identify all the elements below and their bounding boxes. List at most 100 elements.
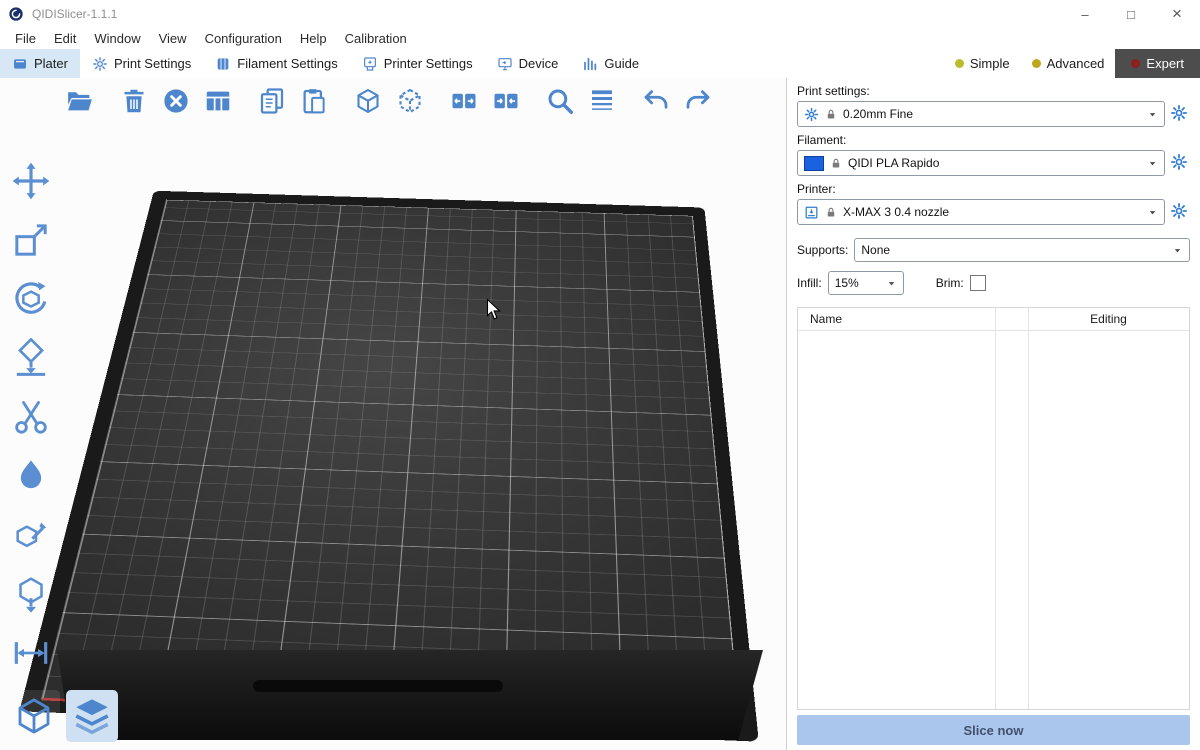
tab-device[interactable]: Device [485,49,571,78]
copy-icon [257,86,287,116]
preview-button[interactable] [66,690,118,742]
menu-edit[interactable]: Edit [45,29,85,48]
object-list[interactable]: Name Editing [797,307,1190,710]
mouse-cursor [486,298,502,327]
tab-plater[interactable]: Plater [0,49,80,78]
arrange-button[interactable] [200,83,236,119]
settings-sidebar: Print settings: 0.20mm Fine Filament: QI… [786,78,1200,750]
menu-help[interactable]: Help [291,29,336,48]
cut-icon [11,397,51,437]
support-paint-icon [11,515,51,555]
print-settings-value: 0.20mm Fine [843,107,1141,121]
add-instance-button[interactable] [350,83,386,119]
editor-view-button[interactable] [8,690,60,742]
advanced-dot-icon [1032,59,1041,68]
paste-button[interactable] [296,83,332,119]
expert-dot-icon [1131,59,1140,68]
tab-printer-settings[interactable]: Printer Settings [350,49,485,78]
menu-calibration[interactable]: Calibration [336,29,416,48]
lock-icon [825,206,837,219]
filament-select[interactable]: QIDI PLA Rapido [797,150,1165,176]
seam-paint-button[interactable] [6,453,56,499]
mode-label: Expert [1146,56,1184,71]
mode-expert[interactable]: Expert [1115,49,1200,78]
delete-button[interactable] [116,83,152,119]
tab-label: Print Settings [114,56,191,71]
sink-button[interactable] [6,571,56,617]
support-paint-button[interactable] [6,512,56,558]
filament-icon [215,56,231,72]
undo-button[interactable] [638,83,674,119]
tab-guide[interactable]: Guide [570,49,651,78]
supports-value: None [861,243,1166,257]
mode-advanced[interactable]: Advanced [1021,49,1116,78]
preview-layers-icon [71,695,113,737]
redo-button[interactable] [680,83,716,119]
filament-gear-button[interactable] [1170,153,1190,173]
split-to-objects-button[interactable] [446,83,482,119]
supports-label: Supports: [797,243,848,257]
paste-icon [299,86,329,116]
3d-viewport[interactable] [0,78,786,750]
printer-label: Printer: [797,182,1190,196]
rotate-button[interactable] [6,276,56,322]
move-button[interactable] [6,158,56,204]
supports-select[interactable]: None [854,238,1190,262]
copy-button[interactable] [254,83,290,119]
cut-button[interactable] [6,394,56,440]
slice-now-button[interactable]: Slice now [797,715,1190,745]
column-header-editing[interactable]: Editing [1028,312,1189,326]
split-to-parts-button[interactable] [488,83,524,119]
scale-button[interactable] [6,217,56,263]
filament-value: QIDI PLA Rapido [848,156,1141,170]
split-to-objects-icon [449,86,479,116]
printer-gear-button[interactable] [1170,202,1190,222]
menu-view[interactable]: View [150,29,196,48]
menu-configuration[interactable]: Configuration [196,29,291,48]
maximize-button[interactable]: □ [1108,0,1154,28]
printer-preset-icon [804,205,819,220]
tab-label: Printer Settings [384,56,473,71]
search-icon [545,86,575,116]
mode-switcher: Simple Advanced Expert [944,49,1200,78]
tab-label: Guide [604,56,639,71]
preset-gear-icon [804,107,819,122]
3d-editor-view-icon [13,695,55,737]
menu-window[interactable]: Window [85,29,149,48]
app-window: QIDISlicer-1.1.1 – □ × File Edit Window … [0,0,1200,750]
chevron-down-icon [886,278,897,289]
sink-icon [11,574,51,614]
mode-simple[interactable]: Simple [944,49,1021,78]
open-button[interactable] [62,83,98,119]
variable-layer-height-button[interactable] [584,83,620,119]
measure-button[interactable] [6,630,56,676]
infill-select[interactable]: 15% [828,271,904,295]
guide-icon [582,56,598,72]
object-list-header: Name Editing [798,308,1189,331]
gear-icon [92,56,108,72]
tab-label: Device [519,56,559,71]
filament-label: Filament: [797,133,1190,147]
add-instance-icon [353,86,383,116]
print-settings-label: Print settings: [797,84,1190,98]
print-bed [41,200,741,728]
place-on-face-button[interactable] [6,335,56,381]
move-icon [11,161,51,201]
delete-all-button[interactable] [158,83,194,119]
printer-select[interactable]: X-MAX 3 0.4 nozzle [797,199,1165,225]
remove-instance-button[interactable] [392,83,428,119]
close-button[interactable]: × [1154,0,1200,28]
minimize-button[interactable]: – [1062,0,1108,28]
column-header-name[interactable]: Name [798,312,995,326]
tab-label: Filament Settings [237,56,337,71]
bed-front-panel [57,650,763,740]
menu-file[interactable]: File [6,29,45,48]
print-settings-gear-button[interactable] [1170,104,1190,124]
tab-filament-settings[interactable]: Filament Settings [203,49,349,78]
variable-layer-height-icon [587,86,617,116]
search-button[interactable] [542,83,578,119]
brim-checkbox[interactable] [970,275,986,291]
print-settings-select[interactable]: 0.20mm Fine [797,101,1165,127]
tab-print-settings[interactable]: Print Settings [80,49,203,78]
plater-toolbar [62,83,722,119]
